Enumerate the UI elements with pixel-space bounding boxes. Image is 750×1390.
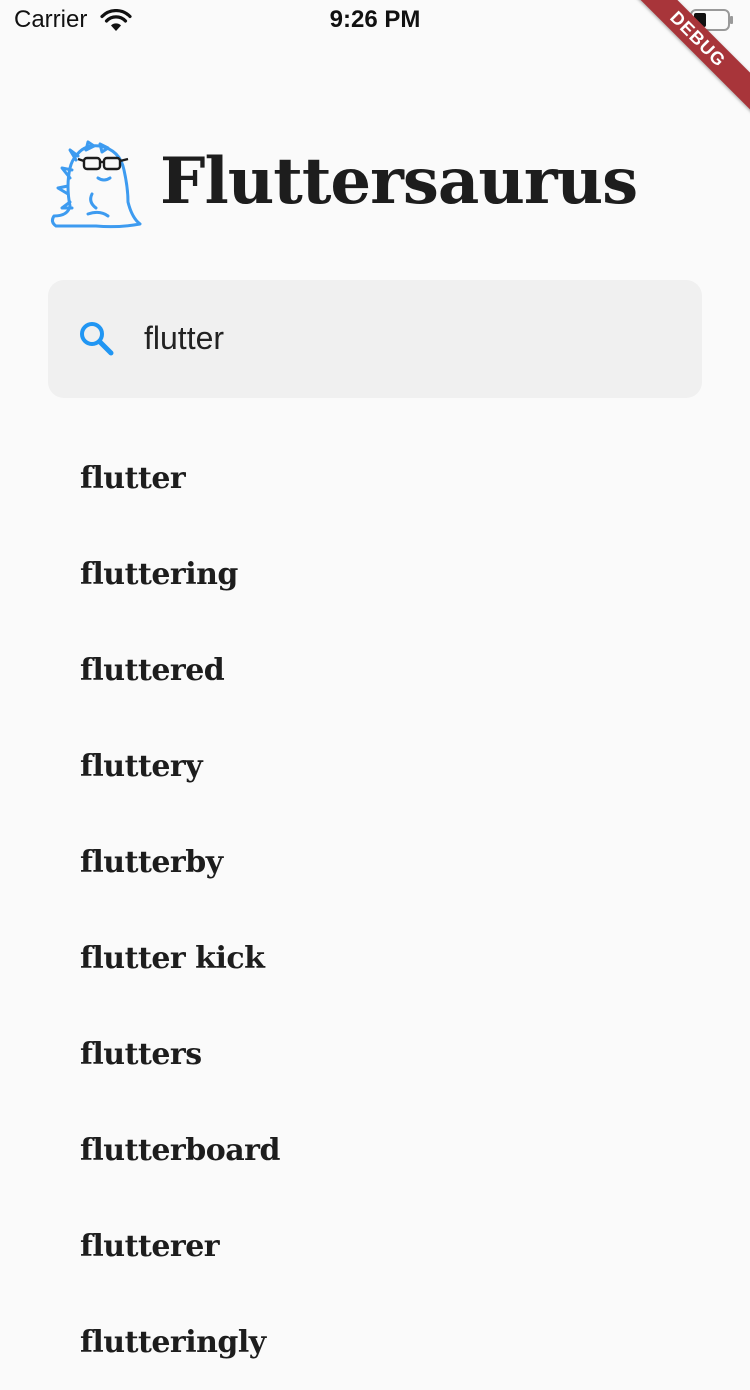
search-bar[interactable] — [48, 280, 702, 398]
result-item[interactable]: flutter kick — [0, 910, 750, 1006]
result-item[interactable]: flutterer — [0, 1198, 750, 1294]
dinosaur-logo-icon — [50, 140, 142, 229]
result-item[interactable]: fluttered — [0, 622, 750, 718]
result-item[interactable]: fluttering — [0, 526, 750, 622]
status-bar: Carrier 9:26 PM — [0, 0, 750, 40]
result-item[interactable]: flutters — [0, 1006, 750, 1102]
result-item[interactable]: fluttery — [0, 718, 750, 814]
result-item[interactable]: flutterboard — [0, 1102, 750, 1198]
results-list: flutter fluttering fluttered fluttery fl… — [0, 430, 750, 1390]
clock: 9:26 PM — [329, 6, 421, 33]
result-item[interactable]: flutteringly — [0, 1294, 750, 1390]
search-icon — [80, 322, 114, 356]
result-item[interactable]: flutter — [0, 430, 750, 526]
app-header: Fluttersaurus — [48, 130, 728, 240]
result-item[interactable]: flutterby — [0, 814, 750, 910]
search-input[interactable] — [144, 314, 664, 362]
app-title: Fluttersaurus — [160, 144, 638, 219]
